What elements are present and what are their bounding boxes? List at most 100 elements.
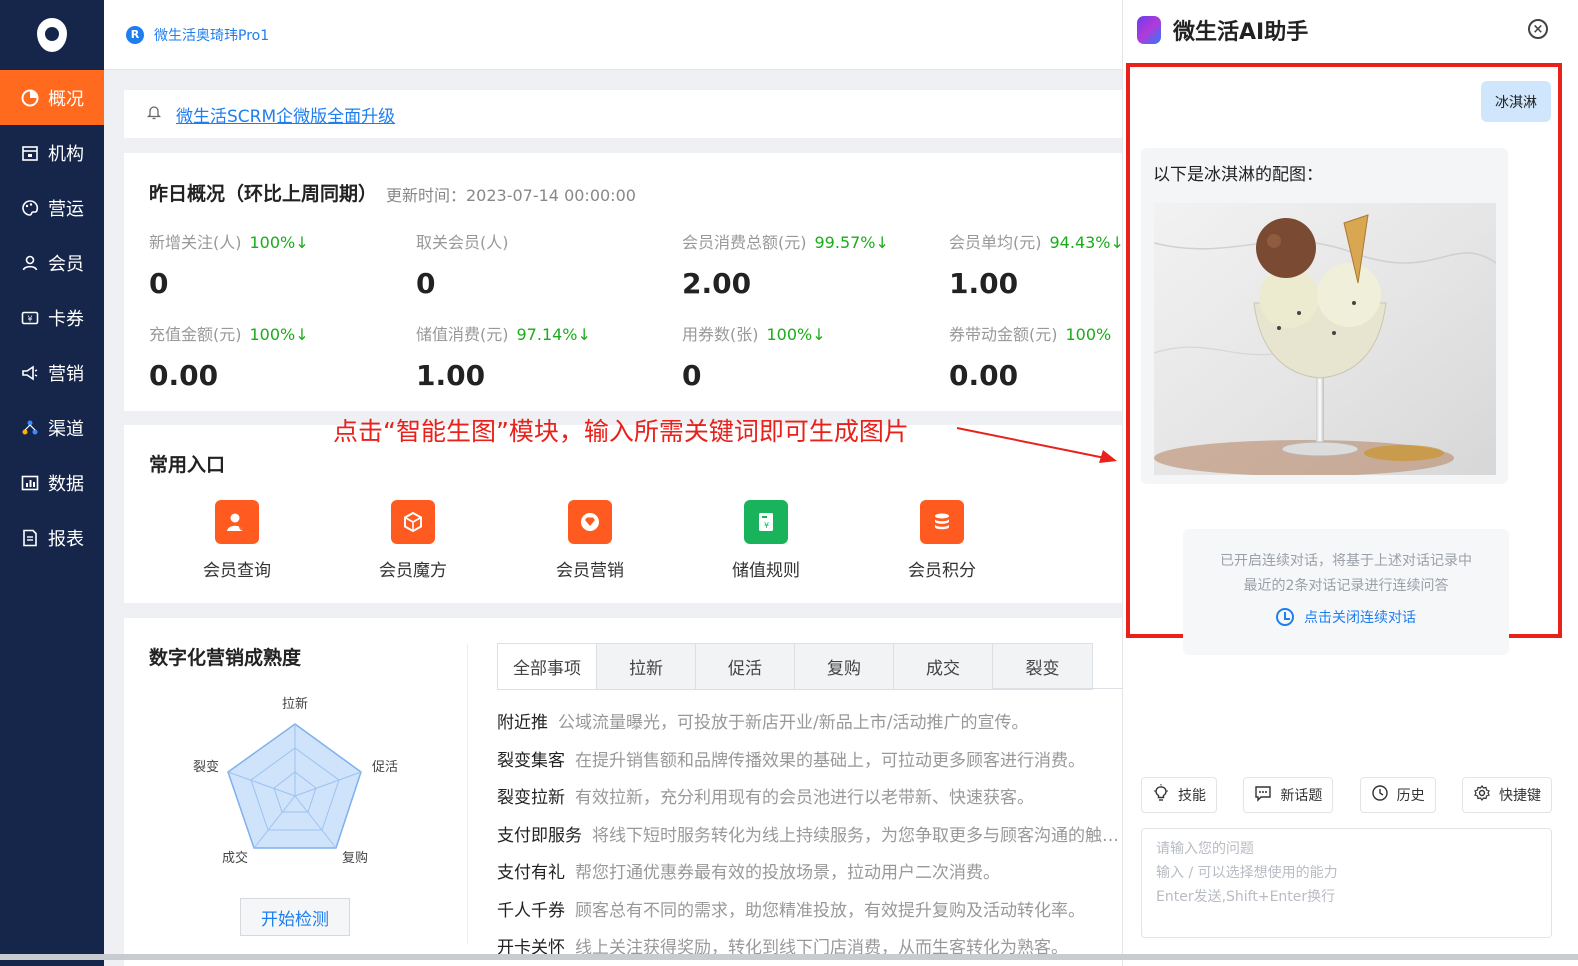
item-key: 支付即服务 bbox=[497, 825, 582, 846]
entry-member-points[interactable]: 会员积分 bbox=[882, 500, 1002, 581]
notice-bar: 微生活SCRM企微版全面升级 bbox=[124, 90, 1122, 138]
close-continuous-link[interactable]: 点击关闭连续对话 bbox=[1276, 607, 1416, 627]
maturity-items: 附近推 公域流量曝光，可投放于新店开业/新品上市/活动推广的宣传。 裂变集客 在提升… bbox=[497, 708, 1122, 966]
entry-label: 会员积分 bbox=[908, 561, 976, 581]
store-name[interactable]: 微生活奥琦玮Pro1 bbox=[154, 25, 269, 45]
entry-label: 会员魔方 bbox=[379, 561, 447, 581]
entries-title: 常用入口 bbox=[149, 454, 226, 476]
history-button[interactable]: 历史 bbox=[1359, 777, 1436, 813]
list-item[interactable]: 裂变集客 在提升销售额和品牌传播效果的基础上，可拉动更多顾客进行消费。 bbox=[497, 746, 1122, 784]
sidebar-item-overview[interactable]: 概况 bbox=[0, 70, 104, 125]
stat-pct: 100%↓ bbox=[249, 233, 309, 252]
sidebar-item-label: 机构 bbox=[48, 143, 84, 165]
stat-pct: 100%↓ bbox=[249, 325, 309, 344]
sidebar-item-label: 营运 bbox=[48, 198, 84, 220]
coins-icon bbox=[920, 500, 964, 544]
notice-link[interactable]: 微生活SCRM企微版全面升级 bbox=[176, 102, 395, 127]
item-key: 裂变集客 bbox=[497, 750, 565, 771]
stat-pct: 99.57%↓ bbox=[814, 233, 889, 252]
entry-member-marketing[interactable]: 会员营销 bbox=[530, 500, 650, 581]
tab-all[interactable]: 全部事项 bbox=[498, 644, 597, 689]
shortcut-label: 快捷键 bbox=[1498, 788, 1541, 804]
cube-icon bbox=[391, 500, 435, 544]
bell-icon bbox=[146, 104, 162, 124]
list-item[interactable]: 裂变拉新 有效拉新，充分利用现有的会员池进行以老带新、快速获客。 bbox=[497, 783, 1122, 821]
skills-label: 技能 bbox=[1178, 788, 1206, 804]
tab-laxin[interactable]: 拉新 bbox=[597, 644, 696, 689]
svg-text:¥: ¥ bbox=[764, 521, 769, 530]
close-icon[interactable]: × bbox=[1528, 19, 1548, 39]
logo-icon bbox=[37, 18, 67, 52]
start-detect-button[interactable]: 开始检测 bbox=[240, 898, 350, 936]
stat-stored-spend: 储值消费(元) 97.14%↓ 1.00 bbox=[416, 321, 676, 392]
top-bar: R 微生活奥琦玮Pro1 bbox=[104, 0, 1122, 70]
stat-avg-order: 会员单均(元) 94.43%↓ 1.00 bbox=[949, 229, 1122, 300]
item-desc: 将线下短时服务转化为线上持续服务，为您争取更多与顾客沟通的触… bbox=[592, 825, 1119, 846]
sidebar-item-operations[interactable]: 营运 bbox=[0, 180, 104, 235]
book-icon: ¥ bbox=[744, 500, 788, 544]
system-note-line-2: 最近的2条对话记录进行连续问答 bbox=[1243, 578, 1449, 594]
stat-value: 2.00 bbox=[682, 267, 752, 300]
report-icon bbox=[20, 528, 40, 548]
stat-label: 用券数(张) bbox=[682, 325, 759, 344]
sidebar-item-org[interactable]: 机构 bbox=[0, 125, 104, 180]
tab-fugou[interactable]: 复购 bbox=[795, 644, 894, 689]
horizontal-scrollbar[interactable] bbox=[0, 954, 1578, 960]
sidebar-item-coupons[interactable]: ¥ 卡券 bbox=[0, 290, 104, 345]
divider bbox=[467, 644, 468, 944]
ice-cream-image[interactable] bbox=[1154, 203, 1496, 475]
radar-chart: 拉新 促活 复购 成交 裂变 bbox=[184, 688, 404, 878]
tab-chengjiao[interactable]: 成交 bbox=[894, 644, 993, 689]
radar-label-cuhuo: 促活 bbox=[372, 760, 398, 775]
skills-button[interactable]: 技能 bbox=[1141, 777, 1217, 813]
radar-label-chengjiao: 成交 bbox=[222, 850, 248, 866]
list-item[interactable]: 支付即服务 将线下短时服务转化为线上持续服务，为您争取更多与顾客沟通的触… bbox=[497, 821, 1122, 859]
sidebar-item-reports[interactable]: 报表 bbox=[0, 510, 104, 565]
stat-label: 新增关注(人) bbox=[149, 233, 242, 252]
list-item[interactable]: 附近推 公域流量曝光，可投放于新店开业/新品上市/活动推广的宣传。 bbox=[497, 708, 1122, 746]
history-label: 历史 bbox=[1396, 788, 1425, 804]
bar-chart-icon bbox=[20, 473, 40, 493]
question-input[interactable]: 请输入您的问题 输入 / 可以选择想使用的能力 Enter发送,Shift+En… bbox=[1141, 828, 1552, 938]
entry-label: 储值规则 bbox=[732, 561, 800, 581]
svg-text:¥: ¥ bbox=[27, 314, 32, 323]
sidebar-item-channels[interactable]: 渠道 bbox=[0, 400, 104, 455]
annotation-arrow bbox=[956, 427, 1117, 463]
tab-liebian[interactable]: 裂变 bbox=[993, 644, 1092, 689]
stat-label: 券带动金额(元) bbox=[949, 325, 1058, 344]
list-item[interactable]: 支付有礼 帮您打通优惠券最有效的投放场景，拉动用户二次消费。 bbox=[497, 858, 1122, 896]
pie-chart-icon bbox=[20, 88, 40, 108]
entry-member-cube[interactable]: 会员魔方 bbox=[353, 500, 473, 581]
megaphone-icon bbox=[20, 363, 40, 383]
placeholder-line-1: 请输入您的问题 bbox=[1156, 841, 1254, 857]
sidebar-item-marketing[interactable]: 营销 bbox=[0, 345, 104, 400]
update-time: 更新时间：2023-07-14 00:00:00 bbox=[386, 186, 636, 205]
shortcut-button[interactable]: 快捷键 bbox=[1461, 777, 1552, 813]
list-item[interactable]: 千人千券 顾客总有不同的需求，助您精准投放，有效提升复购及活动转化率。 bbox=[497, 896, 1122, 934]
stat-label: 会员单均(元) bbox=[949, 233, 1042, 252]
sidebar-item-data[interactable]: 数据 bbox=[0, 455, 104, 510]
stat-pct: 94.43%↓ bbox=[1049, 233, 1123, 252]
item-key: 附近推 bbox=[497, 713, 548, 733]
stat-value: 1.00 bbox=[416, 359, 486, 392]
sidebar-item-label: 概况 bbox=[48, 88, 84, 110]
new-topic-label: 新话题 bbox=[1280, 788, 1323, 804]
entry-stored-rules[interactable]: ¥ 储值规则 bbox=[706, 500, 826, 581]
tab-cuhuo[interactable]: 促活 bbox=[696, 644, 795, 689]
stat-unfollow: 取关会员(人) 0 bbox=[416, 229, 676, 300]
new-topic-button[interactable]: 新话题 bbox=[1243, 777, 1334, 813]
stat-recharge: 充值金额(元) 100%↓ 0.00 bbox=[149, 321, 409, 392]
list-item[interactable]: 开卡关怀 线上关注获得奖励，转化到线下门店消费，从而生客转化为熟客。 bbox=[497, 933, 1122, 966]
network-icon bbox=[20, 418, 40, 438]
radar-label-laxin: 拉新 bbox=[282, 696, 308, 712]
entry-member-search[interactable]: 会员查询 bbox=[177, 500, 297, 581]
close-continuous-label: 点击关闭连续对话 bbox=[1304, 610, 1416, 626]
stat-coupon-amount: 券带动金额(元) 100% 0.00 bbox=[949, 321, 1122, 392]
sidebar-item-members[interactable]: 会员 bbox=[0, 235, 104, 290]
building-icon bbox=[20, 143, 40, 163]
maturity-title: 数字化营销成熟度 bbox=[149, 647, 302, 669]
stat-value: 0.00 bbox=[149, 359, 219, 392]
overview-card: 昨日概况（环比上周同期） 更新时间：2023-07-14 00:00:00 新增… bbox=[124, 153, 1122, 411]
logo[interactable] bbox=[0, 0, 104, 70]
overview-title: 昨日概况（环比上周同期） bbox=[149, 183, 378, 205]
